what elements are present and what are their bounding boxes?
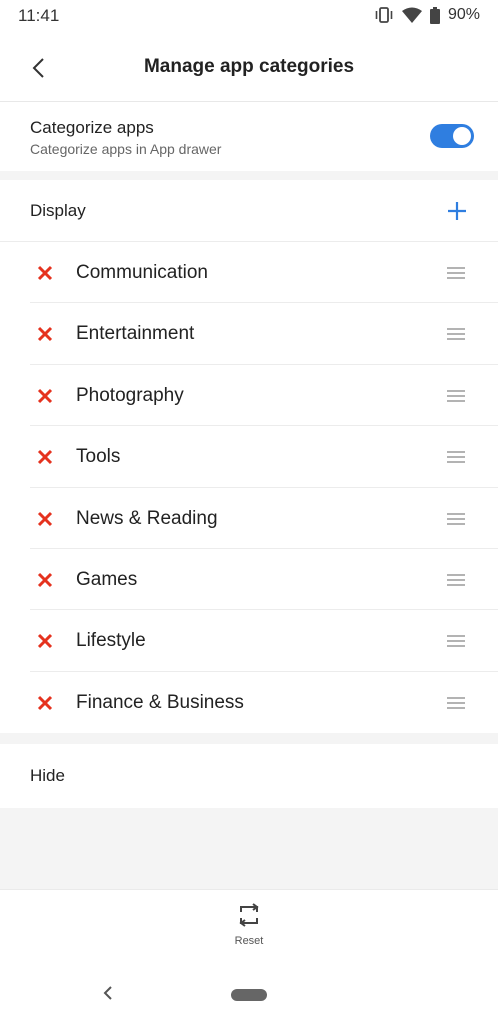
reset-icon [239,903,259,927]
category-label: Tools [76,446,121,468]
categorize-apps-row[interactable]: Categorize apps [0,103,498,171]
category-row[interactable]: Tools [0,426,498,488]
categorize-apps-subtitle: Categorize apps in App drawer [30,141,222,157]
drag-handle-icon[interactable] [446,511,466,527]
vibrate-icon [375,7,393,23]
reset-button[interactable]: Reset [219,902,279,952]
battery-icon [429,6,440,24]
category-label: Games [76,568,138,590]
category-row[interactable]: Communication [0,242,498,304]
status-icons: 90% [374,6,480,24]
hide-label: Hide [30,766,65,785]
drag-handle-icon[interactable] [446,326,466,342]
toggle-knob [453,127,471,145]
remove-icon[interactable] [34,323,56,345]
categorize-apps-toggle[interactable] [430,124,474,148]
drag-handle-icon[interactable] [446,695,466,711]
categorize-apps-title: Categorize apps [30,118,154,137]
wifi-icon [401,7,422,23]
category-row[interactable]: Lifestyle [0,610,498,673]
plus-icon[interactable] [444,198,470,224]
category-row[interactable]: Games [0,548,498,611]
category-row[interactable]: News & Reading [0,487,498,550]
category-label: Photography [76,384,184,406]
drag-handle-icon[interactable] [446,449,466,465]
category-label: Finance & Business [76,691,244,713]
drag-handle-icon[interactable] [446,572,466,588]
display-section-header: Display [0,180,498,242]
status-time: 11:41 [18,6,60,25]
drag-handle-icon[interactable] [446,265,466,281]
remove-icon[interactable] [34,569,56,591]
category-label: Lifestyle [76,630,146,652]
category-row[interactable]: Finance & Business [0,671,498,734]
nav-home-pill[interactable] [231,989,267,1001]
remove-icon[interactable] [34,385,56,407]
category-label: Entertainment [76,323,195,345]
category-label: News & Reading [76,507,218,529]
empty-area [0,808,498,889]
category-row[interactable]: Photography [0,364,498,427]
category-label: Communication [76,262,208,283]
category-row[interactable]: Entertainment [0,303,498,366]
section-divider [0,171,498,180]
nav-back-icon[interactable] [100,985,116,1001]
remove-icon[interactable] [34,630,56,652]
display-label: Display [30,201,86,220]
display-category-list: Communication Entertainment Photography Too… [0,242,498,734]
section-divider [0,733,498,744]
bottom-bar: Reset [0,889,498,1024]
status-bar: 11:41 90% [0,0,498,34]
page-title: Manage app categories [143,56,355,77]
drag-handle-icon[interactable] [446,388,466,404]
reset-label: Reset [234,935,264,947]
remove-icon[interactable] [34,508,56,530]
hide-section-header[interactable]: Hide [0,744,498,808]
remove-icon[interactable] [34,262,56,284]
battery-percent: 90% [447,6,480,23]
remove-icon[interactable] [34,692,56,714]
drag-handle-icon[interactable] [446,633,466,649]
app-bar: Manage app categories [0,34,498,102]
remove-icon[interactable] [34,446,56,468]
